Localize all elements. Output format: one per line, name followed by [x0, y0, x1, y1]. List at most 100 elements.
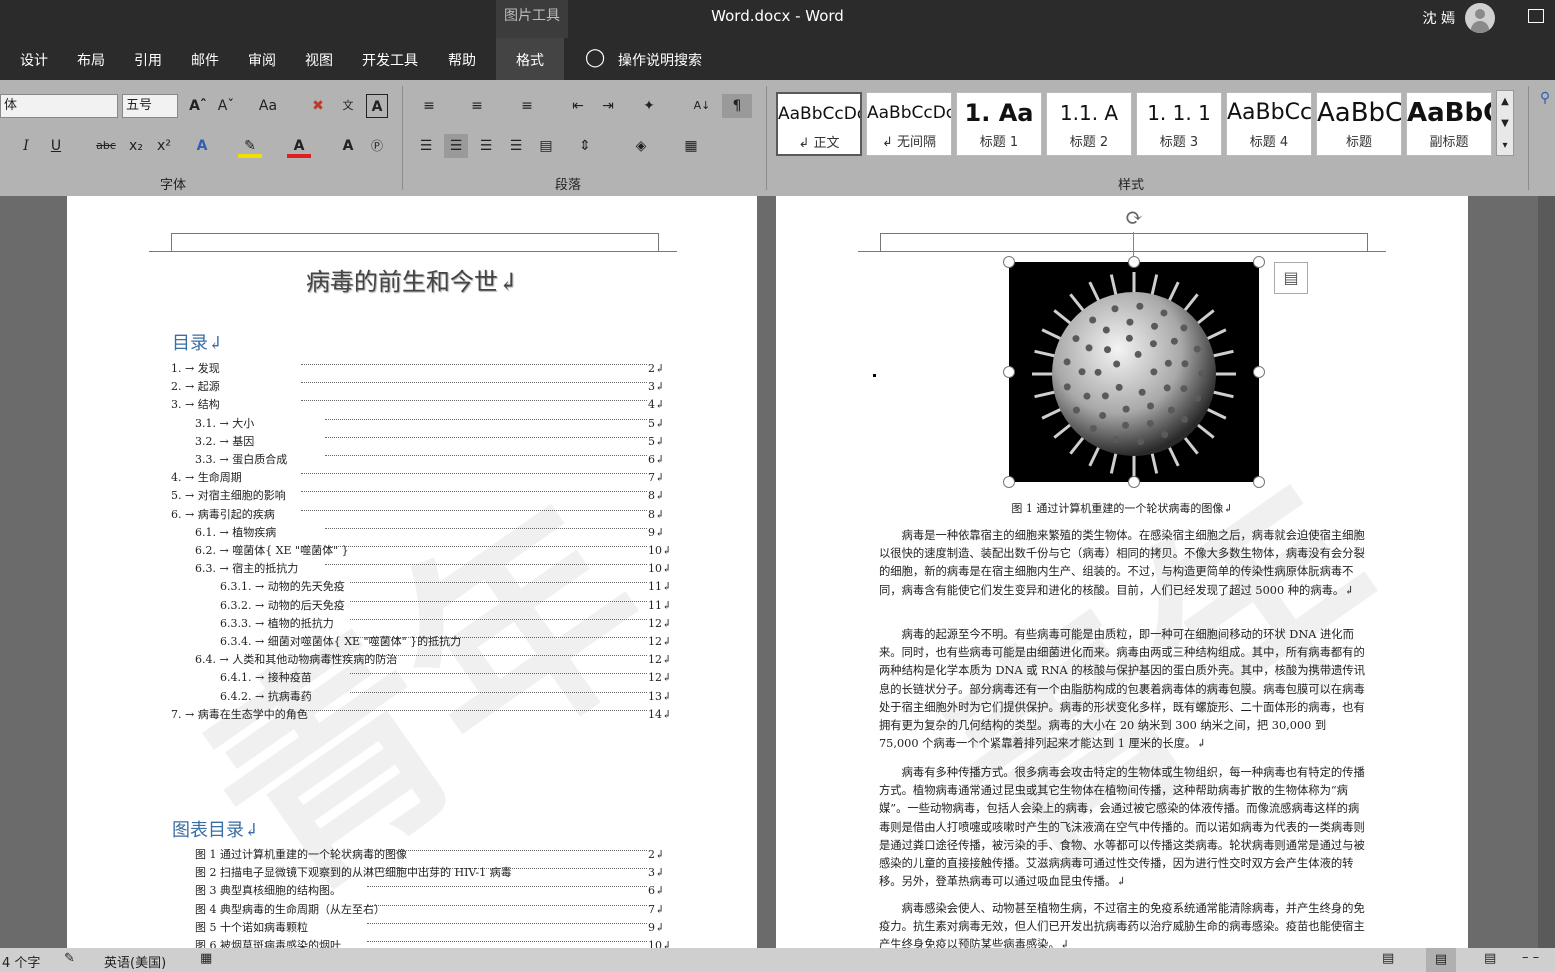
page-right[interactable]: 青年 ⟳ ▤ 图 1 通过计算机重建的一个轮状病毒的图像↲ 病毒是一种依靠宿主的…: [776, 196, 1468, 948]
font-size-box[interactable]: 五号: [122, 94, 178, 118]
tab-design[interactable]: 设计: [20, 50, 48, 70]
avatar[interactable]: [1465, 3, 1495, 33]
borders-icon[interactable]: ▦: [676, 134, 706, 158]
resize-handle[interactable]: [1253, 366, 1265, 378]
decrease-indent-icon[interactable]: ⇤: [566, 94, 590, 118]
macro-record-icon[interactable]: ▦: [200, 951, 212, 966]
style-item[interactable]: 1. 1. 1 标题 3: [1136, 92, 1222, 156]
ribbon-display-icon[interactable]: [1528, 9, 1544, 23]
tab-format[interactable]: 格式: [496, 38, 564, 80]
phonetic-guide-icon[interactable]: 文: [336, 94, 360, 118]
resize-handle[interactable]: [1003, 366, 1015, 378]
enclose-char-icon[interactable]: Ⓟ: [366, 134, 388, 158]
layout-options-icon[interactable]: ▤: [1274, 262, 1308, 294]
resize-handle[interactable]: [1128, 256, 1140, 268]
find-icon[interactable]: ⚲: [1536, 86, 1554, 110]
page-left[interactable]: 青年 病毒的前生和今世↲ 目录↲ 1. → 发现 2↲ 2. → 起源 3↲ 3. → …: [67, 196, 757, 948]
multilevel-list-icon[interactable]: ≡: [512, 94, 542, 118]
chinese-layout-icon[interactable]: ✦: [634, 94, 664, 118]
tab-review[interactable]: 审阅: [248, 50, 276, 70]
lightbulb-icon[interactable]: ◯: [585, 47, 605, 68]
styles-scroll[interactable]: ▲ ▼ ▾: [1496, 90, 1514, 156]
line-spacing-icon[interactable]: ⇕: [570, 134, 600, 158]
language-indicator[interactable]: 英语(美国): [104, 952, 166, 971]
user-name[interactable]: 沈 嫣: [1423, 8, 1455, 28]
font-color-icon[interactable]: A: [287, 134, 311, 158]
increase-indent-icon[interactable]: ⇥: [596, 94, 620, 118]
resize-handle[interactable]: [1253, 256, 1265, 268]
font-group-label: 字体: [160, 178, 187, 193]
virus-dent: [1112, 436, 1120, 444]
style-item[interactable]: AaBbCc 标题 4: [1226, 92, 1312, 156]
grow-font-icon[interactable]: Aˆ: [186, 94, 210, 118]
vertical-scrollbar[interactable]: [1538, 196, 1555, 948]
superscript-button[interactable]: x²: [152, 134, 176, 158]
figure-caption: 图 1 通过计算机重建的一个轮状病毒的图像↲: [1011, 502, 1233, 515]
char-shading-icon[interactable]: A: [336, 134, 360, 158]
align-center-icon[interactable]: ☰: [444, 134, 468, 158]
char-border-icon[interactable]: A: [366, 94, 388, 118]
strikethrough-button[interactable]: abc: [92, 134, 120, 158]
body-paragraph: 病毒有多种传播方式。很多病毒会攻击特定的生物体或生物组织，每一种病毒也有特定的传…: [879, 766, 1365, 889]
font-name-box[interactable]: 体: [0, 94, 118, 118]
body-paragraph: 病毒感染会使人、动物甚至植物生病，不过宿主的免疫系统通常能清除病毒，并产生终身的…: [879, 902, 1365, 948]
shrink-font-icon[interactable]: Aˇ: [214, 94, 238, 118]
numbering-icon[interactable]: ≡: [462, 94, 492, 118]
group-divider: [402, 86, 403, 190]
tell-me-search[interactable]: 操作说明搜索: [618, 50, 702, 70]
tab-help[interactable]: 帮助: [448, 50, 476, 70]
rotate-handle-icon[interactable]: ⟳: [1125, 206, 1143, 231]
tab-references[interactable]: 引用: [134, 50, 162, 70]
toc-page-number: 9↲: [648, 525, 665, 539]
resize-handle[interactable]: [1128, 476, 1140, 488]
style-preview: AaBbCcDc: [778, 104, 860, 124]
align-left-icon[interactable]: ☰: [414, 134, 438, 158]
resize-handle[interactable]: [1003, 476, 1015, 488]
align-right-icon[interactable]: ☰: [474, 134, 498, 158]
style-name: 副标题: [1429, 135, 1469, 150]
bullets-icon[interactable]: ≡: [414, 94, 444, 118]
proofing-icon[interactable]: ✎: [64, 951, 75, 966]
style-item[interactable]: 1. Aa 标题 1: [956, 92, 1042, 156]
sort-icon[interactable]: A↓: [690, 94, 714, 118]
tab-view[interactable]: 视图: [305, 50, 333, 70]
style-item[interactable]: AaBbCcDc ↲ 正文: [776, 92, 862, 156]
word-count[interactable]: 4 个字: [2, 952, 40, 971]
toc-page-number: 12↲: [648, 653, 672, 667]
virus-dent: [1122, 405, 1130, 413]
toc-leader: [367, 904, 647, 906]
show-marks-icon[interactable]: ¶: [722, 94, 752, 118]
style-item[interactable]: AaBbC 标题: [1316, 92, 1402, 156]
header-frame: [880, 233, 1368, 251]
change-case-button[interactable]: Aa: [250, 94, 286, 118]
resize-handle[interactable]: [1003, 256, 1015, 268]
style-item[interactable]: 1.1. A 标题 2: [1046, 92, 1132, 156]
style-item[interactable]: AaBbCcDc ↲ 无间隔: [866, 92, 952, 156]
virus-dent: [1167, 406, 1175, 414]
style-name: ↲ 无间隔: [881, 135, 937, 150]
distributed-icon[interactable]: ▤: [534, 134, 558, 158]
resize-handle[interactable]: [1253, 476, 1265, 488]
read-mode-icon[interactable]: ▤: [1382, 951, 1394, 966]
highlight-icon[interactable]: ✎: [238, 134, 262, 158]
print-layout-icon[interactable]: ▤: [1426, 948, 1456, 972]
tab-layout[interactable]: 布局: [77, 50, 105, 70]
toc-page-number: 5↲: [648, 416, 665, 430]
virus-dent: [1180, 385, 1188, 393]
underline-button[interactable]: U: [44, 134, 68, 158]
tab-developer[interactable]: 开发工具: [362, 50, 418, 70]
shading-icon[interactable]: ◈: [626, 134, 656, 158]
anchor-mark: [873, 374, 876, 377]
text-effects-icon[interactable]: A: [190, 134, 214, 158]
toc-leader: [350, 691, 647, 693]
virus-image[interactable]: [1009, 262, 1259, 482]
italic-button[interactable]: I: [14, 134, 38, 158]
justify-icon[interactable]: ☰: [504, 134, 528, 158]
toc-entry-text: 6.3.3. → 植物的抵抗力: [220, 616, 334, 630]
tab-mailings[interactable]: 邮件: [191, 50, 219, 70]
style-item[interactable]: AaBbC 副标题: [1406, 92, 1492, 156]
zoom-slider[interactable]: – –: [1522, 950, 1539, 965]
subscript-button[interactable]: x₂: [124, 134, 148, 158]
clear-format-icon[interactable]: ✖: [306, 94, 330, 118]
web-layout-icon[interactable]: ▤: [1484, 951, 1496, 966]
